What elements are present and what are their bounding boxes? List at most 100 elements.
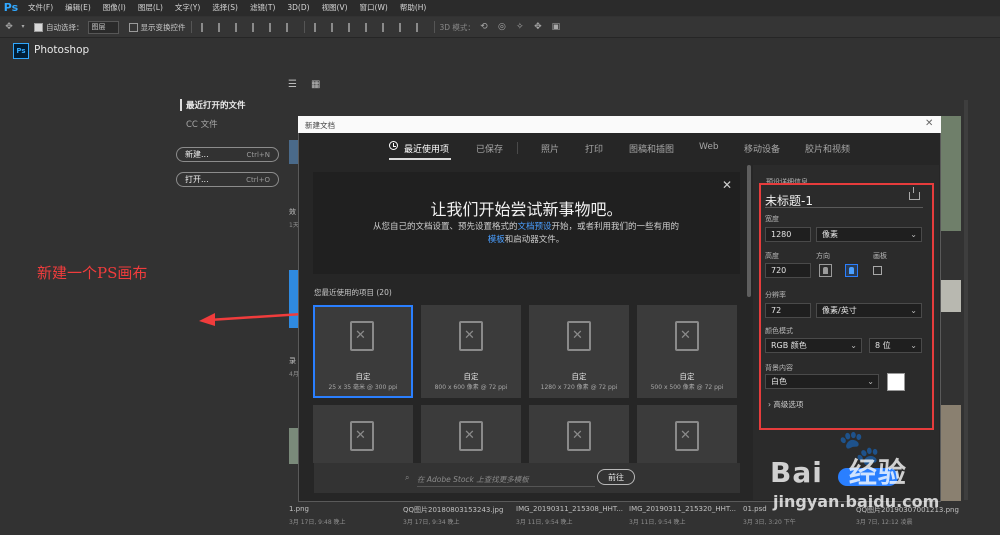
3d-rotate-icon[interactable]: ⟲: [477, 21, 491, 33]
home-scrollbar[interactable]: [964, 100, 968, 500]
document-icon: ✕: [350, 321, 374, 351]
file-name: 录: [289, 357, 296, 365]
divider: [303, 21, 305, 33]
list-view-icon[interactable]: ☰: [288, 79, 297, 90]
menu-layer[interactable]: 图层(L): [132, 0, 169, 16]
preset-name: 自定: [463, 372, 479, 381]
new-file-label: 新建...: [185, 150, 209, 159]
preset-name: 自定: [571, 372, 587, 381]
menu-3d[interactable]: 3D(D): [281, 0, 315, 16]
menu-file[interactable]: 文件(F): [22, 0, 59, 16]
distribute-left-icon[interactable]: [364, 22, 374, 32]
align-right-icon[interactable]: [285, 22, 295, 32]
open-file-button[interactable]: 打开... Ctrl+O: [176, 172, 279, 187]
open-file-label: 打开...: [185, 175, 209, 184]
distribute-right-icon[interactable]: [398, 22, 408, 32]
tab-photo[interactable]: 照片: [541, 142, 559, 155]
banner-text: 从您自己的文档设置、预先设置格式的文档预设开始，或者利用我们的一些有用的模板和启…: [370, 221, 682, 247]
file-name: IMG_20190311_215308_HHT...: [516, 505, 624, 513]
3d-roll-icon[interactable]: ◎: [495, 21, 509, 33]
grid-view-icon[interactable]: ▦: [311, 79, 320, 90]
banner-title: 让我们开始尝试新事物吧。: [430, 200, 623, 219]
highlight-box: [759, 183, 934, 430]
auto-select-dropdown[interactable]: 图层: [87, 20, 119, 34]
annotation-text: 新建一个PS画布: [37, 264, 148, 282]
menu-bar: Ps 文件(F) 编辑(E) 图像(I) 图层(L) 文字(Y) 选择(S) 滤…: [0, 0, 1000, 16]
transform-controls-label: 显示变换控件: [140, 22, 186, 32]
menu-edit[interactable]: 编辑(E): [59, 0, 97, 16]
document-presets-link[interactable]: 文档预设: [517, 222, 551, 232]
menu-image[interactable]: 图像(I): [97, 0, 132, 16]
file-name: 01.psd: [743, 505, 767, 513]
banner-text-part: 和启动器文件。: [504, 235, 565, 245]
auto-select-label: 自动选择：: [46, 22, 84, 32]
auto-align-icon[interactable]: [415, 22, 425, 32]
preset-name: 自定: [679, 372, 695, 381]
tab-mobile[interactable]: 移动设备: [744, 142, 780, 155]
file-thumbnail[interactable]: [941, 280, 961, 312]
document-icon: ✕: [459, 321, 483, 351]
align-top-icon[interactable]: [200, 22, 210, 32]
dialog-close-icon[interactable]: ✕: [925, 118, 933, 129]
chevron-down-icon[interactable]: ▾: [20, 21, 26, 33]
document-icon: ✕: [675, 321, 699, 351]
file-name: 1.png: [289, 505, 310, 513]
tab-art-illustration[interactable]: 图稿和插图: [629, 142, 674, 155]
auto-select-checkbox[interactable]: [34, 22, 43, 32]
active-tab-indicator: [389, 158, 451, 160]
menu-view[interactable]: 视图(V): [316, 0, 354, 16]
home-title: Photoshop: [34, 44, 90, 56]
file-thumbnail[interactable]: [941, 405, 961, 501]
file-thumbnail[interactable]: [941, 116, 961, 231]
move-tool-icon[interactable]: ✥: [2, 21, 16, 33]
transform-controls-checkbox[interactable]: [128, 22, 138, 32]
tab-film-video[interactable]: 胶片和视频: [805, 142, 850, 155]
banner-close-icon[interactable]: ✕: [722, 178, 732, 192]
file-date: 3月 17日, 9:48 晚上: [289, 519, 346, 526]
photoshop-logo-icon: Ps: [3, 1, 19, 14]
options-bar: ✥ ▾ 自动选择： 图层 显示变换控件 3D 模式： ⟲ ◎ ✧ ✥ ▣: [0, 17, 1000, 38]
file-date: 3月 7日, 12:12 凌晨: [856, 519, 913, 526]
align-middle-icon[interactable]: [217, 22, 227, 32]
templates-link[interactable]: 模板: [488, 235, 505, 245]
3d-mode-label: 3D 模式：: [439, 22, 475, 32]
cc-files-link[interactable]: CC 文件: [186, 118, 218, 130]
3d-drag-icon[interactable]: ✧: [513, 21, 527, 33]
document-icon: ✕: [675, 421, 699, 451]
file-date: 3月 11日, 9:54 晚上: [516, 519, 573, 526]
distribute-middle-icon[interactable]: [330, 22, 340, 32]
go-button[interactable]: 前往: [597, 469, 635, 485]
file-name: QQ图片20180803153243.jpg: [403, 506, 504, 514]
preset-desc: 1280 x 720 像素 @ 72 ppi: [540, 384, 618, 391]
distribute-top-icon[interactable]: [313, 22, 323, 32]
distribute-bottom-icon[interactable]: [347, 22, 357, 32]
preset-desc: 800 x 600 像素 @ 72 ppi: [434, 384, 508, 391]
menu-select[interactable]: 选择(S): [206, 0, 244, 16]
document-icon: ✕: [350, 421, 374, 451]
tab-saved[interactable]: 已保存: [476, 142, 503, 155]
menu-type[interactable]: 文字(Y): [169, 0, 206, 16]
tab-web[interactable]: Web: [699, 142, 719, 152]
file-name: IMG_20190311_215320_HHT...: [629, 505, 737, 513]
align-left-icon[interactable]: [251, 22, 261, 32]
file-name: 效: [289, 208, 296, 216]
stock-search-input[interactable]: 在 Adobe Stock 上查找更多模板: [417, 474, 595, 487]
tab-recent[interactable]: 最近使用项: [404, 142, 449, 155]
recent-files-link[interactable]: 最近打开的文件: [180, 99, 246, 111]
tab-print[interactable]: 打印: [585, 142, 603, 155]
open-file-shortcut: Ctrl+O: [246, 175, 270, 184]
new-file-button[interactable]: 新建... Ctrl+N: [176, 147, 279, 162]
file-date: 3月 11日, 9:54 晚上: [629, 519, 686, 526]
distribute-center-icon[interactable]: [381, 22, 391, 32]
recent-items-heading: 您最近使用的项目 (20): [314, 288, 392, 297]
align-center-icon[interactable]: [268, 22, 278, 32]
watermark-brand-cn: 经验: [848, 456, 907, 489]
menu-window[interactable]: 窗口(W): [354, 0, 394, 16]
3d-scale-icon[interactable]: ▣: [549, 21, 563, 33]
3d-slide-icon[interactable]: ✥: [531, 21, 545, 33]
menu-filter[interactable]: 滤镜(T): [244, 0, 281, 16]
menu-help[interactable]: 帮助(H): [394, 0, 433, 16]
align-bottom-icon[interactable]: [234, 22, 244, 32]
document-icon: ✕: [567, 321, 591, 351]
presets-scrollbar[interactable]: [747, 165, 751, 297]
